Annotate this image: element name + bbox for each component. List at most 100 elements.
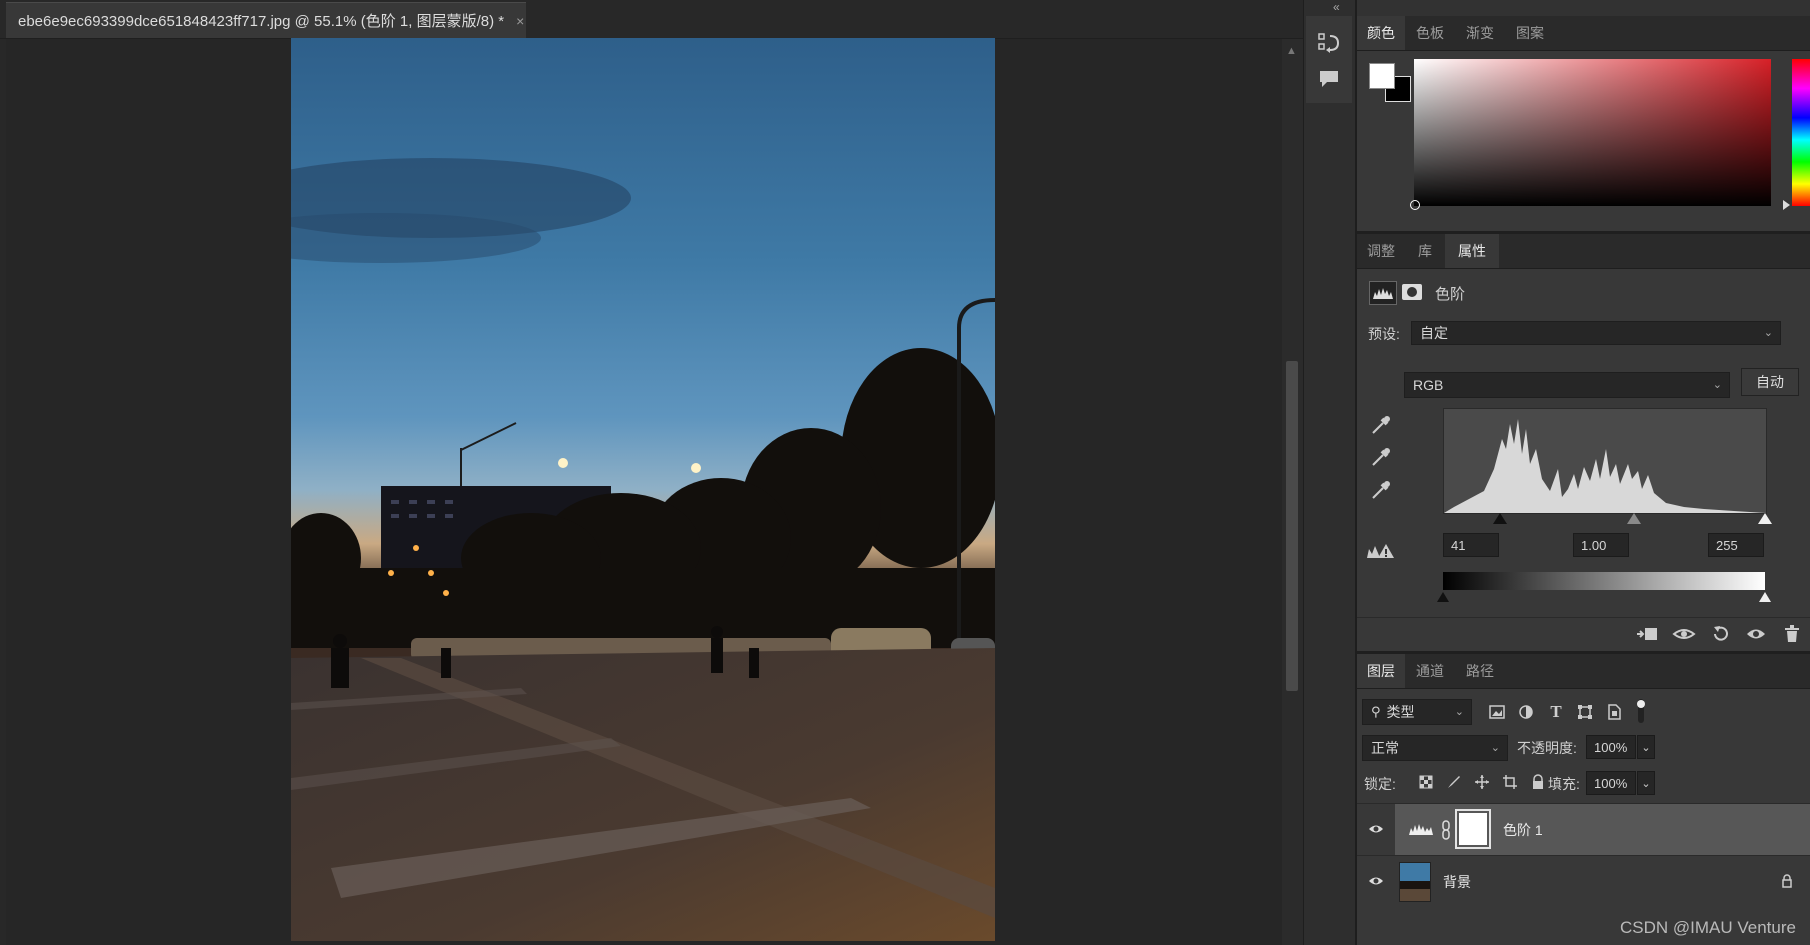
layer-visibility-eye-icon[interactable] [1363,870,1389,892]
layer-visibility-eye-icon[interactable] [1363,818,1389,840]
document-image[interactable] [291,38,995,941]
auto-button[interactable]: 自动 [1741,368,1799,396]
filter-adjustment-layers-icon[interactable] [1514,700,1538,724]
gray-point-eyedropper-icon[interactable] [1369,445,1393,469]
fill-label: 填充: [1548,776,1580,792]
tab-libraries[interactable]: 库 [1405,234,1445,268]
view-previous-state-icon[interactable] [1671,622,1699,646]
preset-dropdown[interactable]: 自定 ⌄ [1411,321,1781,345]
blend-mode-value: 正常 [1371,740,1399,756]
lock-all-icon[interactable] [1527,771,1549,793]
layer-row-levels[interactable]: 色阶 1 [1357,804,1810,855]
visibility-eye-icon[interactable] [1743,622,1769,646]
hue-slider[interactable] [1792,59,1810,206]
filter-type-value: 类型 [1386,704,1415,720]
layers-panel-tabs: 图层 通道 路径 [1357,654,1810,689]
tab-adjustments[interactable]: 调整 [1357,234,1405,268]
tab-color[interactable]: 颜色 [1357,16,1405,50]
filter-pixel-layers-icon[interactable] [1485,700,1509,724]
input-white-slider[interactable] [1758,513,1772,524]
layer-filter-dropdown[interactable]: ⚲ 类型 ⌄ [1362,699,1472,725]
tab-gradients[interactable]: 渐变 [1455,16,1505,50]
lock-artboard-icon[interactable] [1499,771,1521,793]
vertical-scrollbar[interactable]: ▲ [1282,39,1303,945]
layer-mask-icon[interactable] [1400,281,1424,303]
opacity-field[interactable]: 100% [1586,735,1636,759]
filter-type-layers-icon[interactable]: T [1544,700,1568,724]
opacity-label: 不透明度: [1517,740,1577,756]
levels-layer-icon [1407,818,1435,840]
tab-layers[interactable]: 图层 [1357,654,1405,688]
output-levels-gradient [1443,572,1765,590]
filter-smart-objects-icon[interactable] [1602,700,1626,724]
output-white-slider[interactable] [1759,592,1771,602]
opacity-chevron-icon[interactable]: ⌄ [1637,735,1655,759]
channel-value: RGB [1413,377,1444,393]
tab-channels[interactable]: 通道 [1405,654,1455,688]
preset-label: 预设: [1368,326,1400,342]
input-white-field[interactable]: 255 [1708,533,1764,557]
clip-to-layer-icon[interactable] [1634,622,1660,646]
input-gamma-slider[interactable] [1627,513,1641,524]
layer-lock-icon[interactable] [1777,870,1797,892]
mask-white-fill [1459,813,1487,845]
background-layer-thumbnail[interactable] [1399,862,1431,902]
comment-icon[interactable] [1315,66,1343,92]
search-icon: ⚲ [1371,704,1381,719]
levels-adjustment-icon[interactable] [1369,281,1397,305]
clipping-warning-icon[interactable] [1365,540,1397,562]
color-picker-marker[interactable] [1410,200,1420,210]
lock-position-icon[interactable] [1471,771,1493,793]
properties-panel-tabs: 调整 库 属性 [1357,234,1810,269]
tab-paths[interactable]: 路径 [1455,654,1505,688]
mask-link-chain-icon[interactable] [1439,818,1453,842]
layer-name[interactable]: 背景 [1443,872,1471,892]
lock-image-pixels-icon[interactable] [1443,771,1465,793]
scroll-up-arrow-icon[interactable]: ▲ [1286,45,1297,57]
fill-field[interactable]: 100% [1586,771,1636,795]
hue-slider-marker[interactable] [1783,200,1790,210]
double-chevron-icon[interactable]: « [1333,0,1340,14]
close-tab-icon[interactable]: × [516,13,524,29]
filter-shape-layers-icon[interactable] [1573,700,1597,724]
white-point-eyedropper-icon[interactable] [1369,478,1393,502]
reset-icon[interactable] [1707,622,1733,646]
input-black-slider[interactable] [1493,513,1507,524]
preset-value: 自定 [1420,325,1448,341]
histogram-graph [1444,419,1766,513]
scrollbar-thumb[interactable] [1286,361,1298,691]
input-gamma-field[interactable]: 1.00 [1573,533,1629,557]
tab-properties[interactable]: 属性 [1445,234,1499,268]
tab-patterns[interactable]: 图案 [1505,16,1555,50]
delete-trash-icon[interactable] [1779,622,1805,646]
tab-swatches[interactable]: 色板 [1405,16,1455,50]
levels-histogram [1443,408,1767,514]
black-point-eyedropper-icon[interactable] [1369,413,1393,437]
mini-panel-bar [1306,16,1352,103]
chevron-down-icon: ⌄ [1490,741,1500,754]
night-street-photo [291,38,995,941]
layer-row-background[interactable]: 背景 [1357,856,1810,907]
chevron-down-icon: ⌄ [1454,705,1464,718]
document-tab-title: ebe6e9ec693399dce651848423ff717.jpg @ 55… [18,13,505,30]
filter-toggle-icon[interactable] [1632,697,1650,725]
chevron-down-icon: ⌄ [1763,326,1773,339]
layer-name[interactable]: 色阶 1 [1503,820,1543,840]
input-black-field[interactable]: 41 [1443,533,1499,557]
color-field[interactable] [1410,59,1771,210]
history-icon[interactable] [1315,30,1343,56]
panel-dock-column [1303,0,1356,945]
channel-dropdown[interactable]: RGB ⌄ [1404,372,1730,398]
adjustment-name: 色阶 [1435,286,1466,303]
blend-mode-dropdown[interactable]: 正常 ⌄ [1362,735,1508,761]
foreground-color-swatch[interactable] [1369,63,1395,89]
fill-chevron-icon[interactable]: ⌄ [1637,771,1655,795]
lock-transparent-pixels-icon[interactable] [1415,771,1437,793]
layer-mask-thumbnail[interactable] [1455,809,1491,849]
output-black-slider[interactable] [1437,592,1449,602]
watermark-text: CSDN @IMAU Venture [1620,918,1796,937]
lock-label: 锁定: [1364,776,1396,792]
chevron-down-icon: ⌄ [1712,378,1722,391]
color-panel-tabs: 颜色 色板 渐变 图案 [1357,16,1810,51]
document-tab[interactable]: ebe6e9ec693399dce651848423ff717.jpg @ 55… [6,2,526,38]
